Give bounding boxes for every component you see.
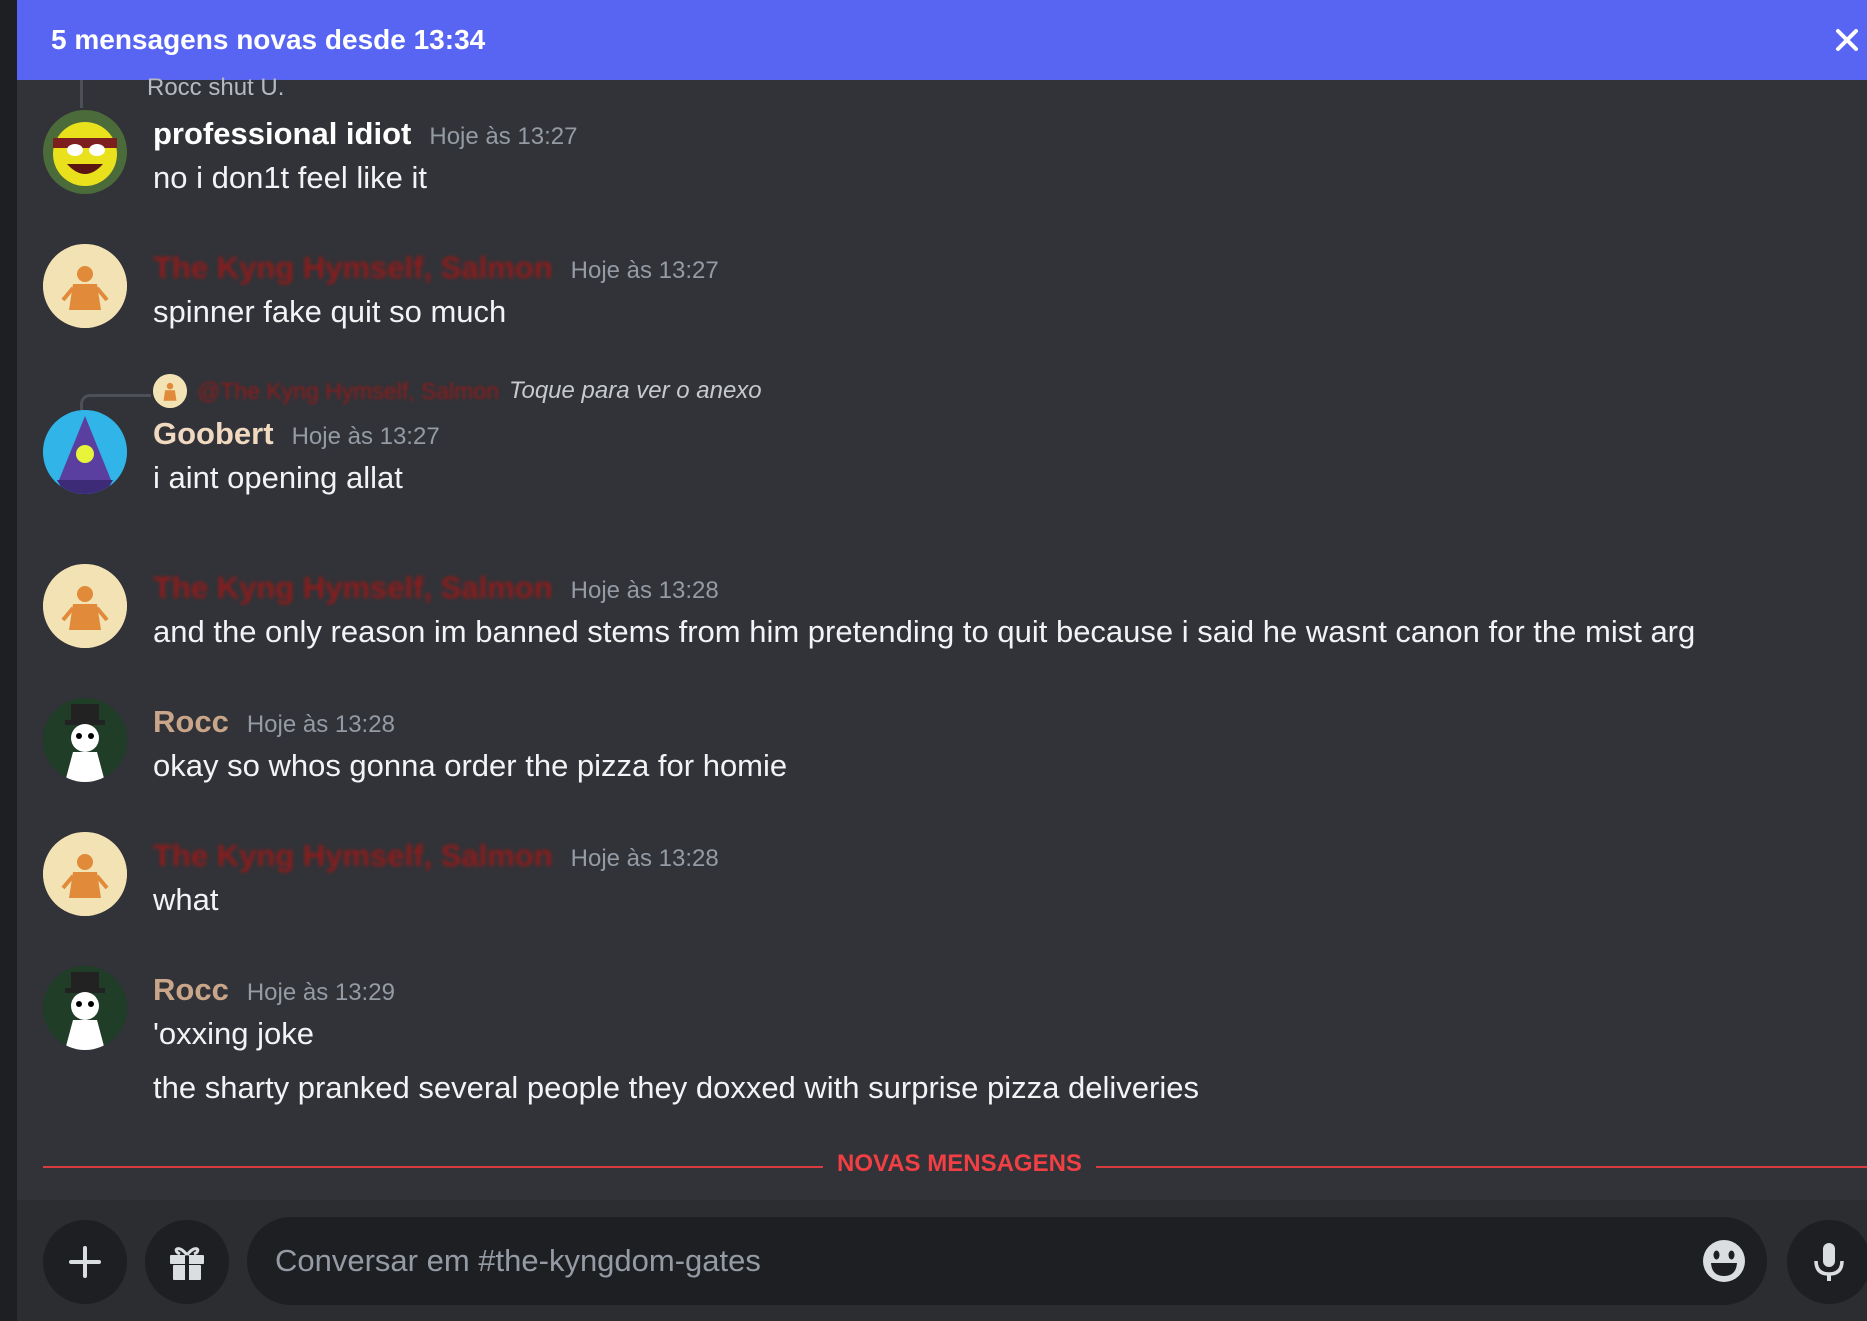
username[interactable]: professional idiot (153, 116, 411, 152)
message-text: okay so whos gonna order the pizza for h… (153, 748, 788, 783)
new-messages-banner-text: 5 mensagens novas desde 13:34 (51, 24, 486, 55)
gift-icon (170, 1247, 204, 1280)
message-header: Goobert Hoje às 13:27 (153, 416, 440, 452)
timestamp: Hoje às 13:28 (246, 711, 395, 738)
message-header: professional idiot Hoje às 13:27 (153, 116, 577, 152)
username[interactable]: The Kyng Hymself, Salmon (153, 838, 553, 874)
timestamp: Hoje às 13:27 (291, 423, 440, 450)
avatar[interactable] (43, 564, 127, 648)
avatar[interactable] (43, 832, 127, 916)
microphone-icon (1814, 1243, 1844, 1281)
chat-app: 5 mensagens novas desde 13:34 Rocc shut … (17, 0, 1867, 1321)
reply-avatar (153, 374, 187, 408)
avatar[interactable] (43, 410, 127, 494)
message-text: 'oxxing joke (153, 1016, 315, 1051)
avatar[interactable] (43, 966, 127, 1050)
timestamp: Hoje às 13:28 (570, 845, 719, 872)
voice-message-button[interactable] (1787, 1220, 1867, 1304)
emoji-icon[interactable] (1700, 1237, 1748, 1285)
timestamp: Hoje às 13:27 (570, 257, 719, 284)
message-text: what (153, 882, 219, 917)
new-messages-divider-label: NOVAS MENSAGENS (823, 1150, 1096, 1178)
username[interactable]: Rocc (153, 972, 229, 1008)
avatar[interactable] (43, 110, 127, 194)
message-composer (17, 1200, 1867, 1321)
timestamp: Hoje às 13:29 (246, 979, 395, 1006)
message-text: no i don1t feel like it (153, 160, 428, 195)
new-messages-banner[interactable]: 5 mensagens novas desde 13:34 (17, 0, 1867, 80)
gift-button[interactable] (145, 1220, 229, 1304)
reply-spine (80, 80, 83, 108)
avatar[interactable] (43, 244, 127, 328)
message-list[interactable]: Rocc shut U. professional idiot Hoje às … (17, 74, 1867, 1200)
message-input[interactable] (247, 1217, 1767, 1305)
reply-attachment-hint[interactable]: Toque para ver o anexo (509, 377, 762, 405)
message-header: The Kyng Hymself, Salmon Hoje às 13:27 (153, 250, 719, 286)
message-header: The Kyng Hymself, Salmon Hoje às 13:28 (153, 838, 719, 874)
timestamp: Hoje às 13:27 (429, 123, 578, 150)
message-header: Rocc Hoje às 13:28 (153, 704, 395, 740)
reply-mention[interactable]: @The Kyng Hymself, Salmon (197, 378, 499, 405)
username[interactable]: The Kyng Hymself, Salmon (153, 250, 553, 286)
username[interactable]: The Kyng Hymself, Salmon (153, 570, 553, 606)
username[interactable]: Rocc (153, 704, 229, 740)
message-header: Rocc Hoje às 13:29 (153, 972, 395, 1008)
message-text: and the only reason im banned stems from… (153, 614, 1696, 649)
message-header: The Kyng Hymself, Salmon Hoje às 13:28 (153, 570, 719, 606)
timestamp: Hoje às 13:28 (570, 577, 719, 604)
add-attachment-button[interactable] (43, 1220, 127, 1304)
plus-icon (69, 1246, 101, 1278)
close-icon[interactable] (1829, 22, 1865, 58)
avatar[interactable] (43, 698, 127, 782)
reply-reference[interactable]: @The Kyng Hymself, Salmon Toque para ver… (153, 374, 762, 408)
message-text: the sharty pranked several people they d… (153, 1070, 1199, 1105)
message-text: i aint opening allat (153, 460, 403, 495)
message-text: spinner fake quit so much (153, 294, 507, 329)
cut-off-message: Rocc shut U. (147, 74, 285, 101)
username[interactable]: Goobert (153, 416, 274, 452)
